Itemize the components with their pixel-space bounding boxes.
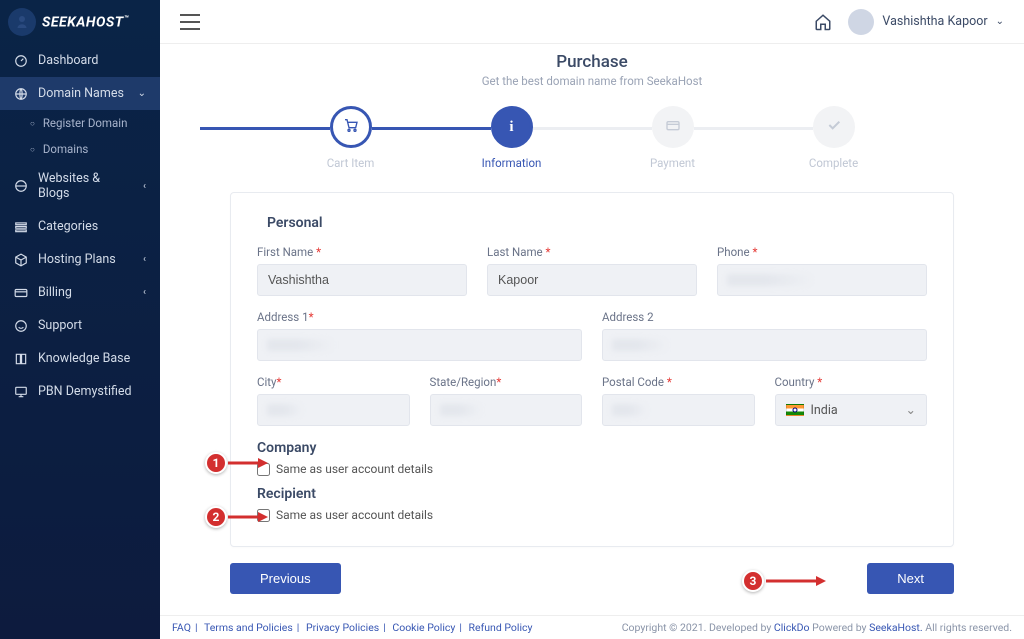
chevron-right-icon: ‹ (143, 254, 146, 265)
city-label: City* (257, 375, 410, 389)
gauge-icon (14, 54, 28, 68)
sidebar-item-label: PBN Demystified (38, 384, 132, 399)
last-name-label: Last Name * (487, 245, 697, 259)
footer-copyright: Copyright © 2021. Developed by ClickDo P… (622, 621, 1012, 634)
list-icon (14, 220, 28, 234)
avatar (848, 9, 874, 35)
card-icon (665, 117, 681, 137)
cart-icon (343, 117, 359, 137)
footer-link-faq[interactable]: FAQ (172, 621, 191, 634)
first-name-input[interactable] (257, 264, 467, 296)
page-subtitle: Get the best domain name from SeekaHost (200, 74, 984, 88)
sidebar-item-knowledge-base[interactable]: Knowledge Base (0, 342, 160, 375)
sidebar-item-label: Support (38, 318, 82, 333)
sidebar: SEEKAHOST™ Dashboard Domain Names ⌄ ○ Re… (0, 0, 160, 639)
step-complete: Complete (753, 106, 914, 170)
last-name-input[interactable] (487, 264, 697, 296)
chevron-right-icon: ‹ (143, 287, 146, 298)
page-title: Purchase (200, 52, 984, 72)
footer-link-cookie[interactable]: Cookie Policy (392, 621, 455, 634)
step-payment: Payment (592, 106, 753, 170)
sidebar-item-domain-names[interactable]: Domain Names ⌄ (0, 77, 160, 110)
company-same-label: Same as user account details (276, 462, 433, 476)
previous-button[interactable]: Previous (230, 563, 341, 594)
user-menu[interactable]: Vashishtha Kapoor ⌄ (848, 9, 1004, 35)
step-label: Cart Item (327, 156, 375, 170)
logo-text: SEEKAHOST™ (42, 14, 129, 31)
smile-icon (14, 319, 28, 333)
recipient-same-checkbox[interactable] (257, 509, 270, 522)
sidebar-sub-register-domain[interactable]: ○ Register Domain (0, 110, 160, 136)
info-icon: i (509, 119, 513, 136)
sidebar-item-categories[interactable]: Categories (0, 210, 160, 243)
country-label: Country * (775, 375, 928, 389)
sidebar-item-label: Categories (38, 219, 98, 234)
sidebar-item-label: Knowledge Base (38, 351, 130, 366)
sidebar-item-support[interactable]: Support (0, 309, 160, 342)
sidebar-sub-label: Register Domain (43, 116, 128, 130)
logo[interactable]: SEEKAHOST™ (0, 0, 160, 44)
sidebar-sub-domains[interactable]: ○ Domains (0, 136, 160, 162)
user-name: Vashishtha Kapoor (882, 14, 987, 29)
phone-label: Phone * (717, 245, 927, 259)
next-button[interactable]: Next (867, 563, 954, 594)
chevron-down-icon: ⌄ (138, 88, 146, 99)
address1-label: Address 1* (257, 310, 582, 324)
card-icon (14, 286, 28, 300)
recipient-same-label: Same as user account details (276, 508, 433, 522)
sidebar-item-pbn-demystified[interactable]: PBN Demystified (0, 375, 160, 408)
chevron-right-icon: ‹ (143, 181, 146, 192)
sidebar-item-label: Dashboard (38, 53, 98, 68)
section-recipient: Recipient (257, 486, 927, 502)
sidebar-item-websites-blogs[interactable]: Websites & Blogs ‹ (0, 162, 160, 210)
country-select[interactable]: India ⌄ (775, 394, 928, 426)
section-company: Company (257, 440, 927, 456)
footer-link-privacy[interactable]: Privacy Policies (306, 621, 379, 634)
main-content: Purchase Get the best domain name from S… (160, 44, 1024, 615)
company-same-checkbox[interactable] (257, 463, 270, 476)
step-label: Information (482, 156, 542, 170)
country-value: India (811, 403, 838, 418)
postal-label: Postal Code * (602, 375, 755, 389)
state-label: State/Region* (430, 375, 583, 389)
topbar: Vashishtha Kapoor ⌄ (160, 0, 1024, 44)
sidebar-item-billing[interactable]: Billing ‹ (0, 276, 160, 309)
footer: FAQ| Terms and Policies| Privacy Policie… (160, 615, 1024, 639)
check-icon (826, 117, 842, 137)
form-card: Personal First Name * Last Name * Phone … (230, 192, 954, 547)
cube-icon (14, 253, 28, 267)
chevron-down-icon: ⌄ (996, 16, 1004, 27)
sidebar-sub-label: Domains (43, 142, 89, 156)
monitor-icon (14, 385, 28, 399)
hamburger-icon[interactable] (180, 14, 200, 30)
step-cart-item[interactable]: Cart Item (270, 106, 431, 170)
sidebar-item-label: Websites & Blogs (38, 171, 133, 201)
step-information[interactable]: i Information (431, 106, 592, 170)
book-icon (14, 352, 28, 366)
footer-link-terms[interactable]: Terms and Policies (204, 621, 293, 634)
sidebar-item-label: Billing (38, 285, 72, 300)
first-name-label: First Name * (257, 245, 467, 259)
chevron-down-icon: ⌄ (906, 402, 916, 418)
section-personal: Personal (257, 215, 927, 231)
sidebar-item-dashboard[interactable]: Dashboard (0, 44, 160, 77)
step-label: Complete (809, 156, 858, 170)
sidebar-item-label: Domain Names (38, 86, 124, 101)
globe-icon (14, 87, 28, 101)
flag-india-icon (786, 404, 804, 416)
stepper: Cart Item i Information Payment Complete (230, 106, 954, 170)
sidebar-item-label: Hosting Plans (38, 252, 116, 267)
footer-link-refund[interactable]: Refund Policy (469, 621, 533, 634)
globe-icon (14, 179, 28, 193)
sidebar-item-hosting-plans[interactable]: Hosting Plans ‹ (0, 243, 160, 276)
dot-icon: ○ (30, 119, 35, 128)
home-icon[interactable] (814, 13, 832, 31)
address2-label: Address 2 (602, 310, 927, 324)
dot-icon: ○ (30, 145, 35, 154)
footer-links: FAQ| Terms and Policies| Privacy Policie… (172, 621, 532, 634)
step-label: Payment (650, 156, 695, 170)
logo-icon (8, 8, 36, 36)
